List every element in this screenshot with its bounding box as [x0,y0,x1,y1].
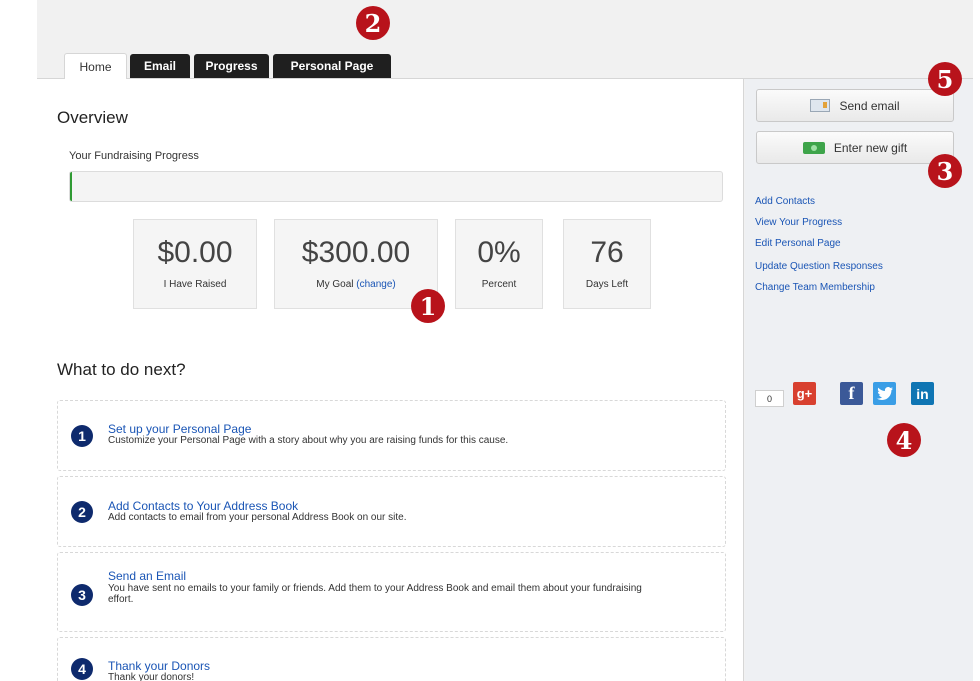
fundraising-progress-bar [69,171,723,202]
sidebar-link-edit-personal-page[interactable]: Edit Personal Page [755,238,841,249]
step-number: 3 [71,584,93,606]
sidebar-link-add-contacts[interactable]: Add Contacts [755,196,815,207]
main-panel: Overview Your Fundraising Progress $0.00… [37,79,744,681]
step-personal-page: 1 Set up your Personal Page Customize yo… [57,400,726,471]
percent-caption: Percent [481,279,517,290]
goal-caption: My Goal [316,279,354,290]
goal-value: $300.00 [301,236,411,269]
twitter-icon[interactable] [873,382,896,405]
twitter-bird-glyph [876,387,893,400]
step-description: Add contacts to email from your personal… [108,512,407,523]
facebook-icon[interactable]: f [840,382,863,405]
step-number: 1 [71,425,93,447]
step-description: Customize your Personal Page with a stor… [108,435,509,446]
google-plus-icon[interactable]: g+ [793,382,816,405]
raised-caption: I Have Raised [163,279,227,290]
callout-badge-2: 2 [356,6,390,40]
tab-personal-page[interactable]: Personal Page [273,54,391,78]
step-number: 2 [71,501,93,523]
callout-badge-5: 5 [928,62,962,96]
tab-bar: Home Email Progress Personal Page [37,0,973,80]
change-goal-link[interactable]: (change) [356,279,395,290]
percent-value: 0% [477,236,521,269]
days-value: 76 [590,236,624,269]
step-description: You have sent no emails to your family o… [108,583,642,605]
progress-fill [70,172,72,201]
step-title-link[interactable]: Send an Email [108,569,186,583]
sidebar-link-change-team[interactable]: Change Team Membership [755,282,875,293]
goal-caption-wrap: My Goal (change) [275,279,437,290]
share-count: 0 [755,390,784,407]
stat-days: 76 Days Left [563,219,651,309]
enter-gift-label: Enter new gift [833,140,908,155]
envelope-icon [810,99,831,112]
raised-value: $0.00 [157,236,233,269]
progress-label: Your Fundraising Progress [69,150,199,162]
callout-badge-4: 4 [887,423,921,457]
money-icon [802,141,825,154]
days-caption: Days Left [585,279,629,290]
step-thank-donors: 4 Thank your Donors Thank your donors! [57,637,726,681]
stat-percent: 0% Percent [455,219,543,309]
step-title-link[interactable]: Add Contacts to Your Address Book [108,499,298,513]
step-number: 4 [71,658,93,680]
overview-heading: Overview [57,108,128,127]
stat-raised: $0.00 I Have Raised [133,219,257,309]
tab-email[interactable]: Email [130,54,190,78]
tab-progress[interactable]: Progress [194,54,269,78]
sidebar-link-view-progress[interactable]: View Your Progress [755,217,842,228]
sidebar-link-update-questions[interactable]: Update Question Responses [755,261,883,272]
step-description: Thank your donors! [108,672,195,681]
enter-new-gift-button[interactable]: Enter new gift [756,131,954,164]
send-email-label: Send email [839,98,900,113]
linkedin-icon[interactable]: in [911,382,934,405]
step-title-link[interactable]: Thank your Donors [108,659,210,673]
send-email-button[interactable]: Send email [756,89,954,122]
callout-badge-1: 1 [411,289,445,323]
callout-badge-3: 3 [928,154,962,188]
step-add-contacts: 2 Add Contacts to Your Address Book Add … [57,476,726,547]
step-title-link[interactable]: Set up your Personal Page [108,422,251,436]
next-steps-heading: What to do next? [57,360,186,379]
tab-home[interactable]: Home [64,53,127,80]
step-send-email: 3 Send an Email You have sent no emails … [57,552,726,632]
